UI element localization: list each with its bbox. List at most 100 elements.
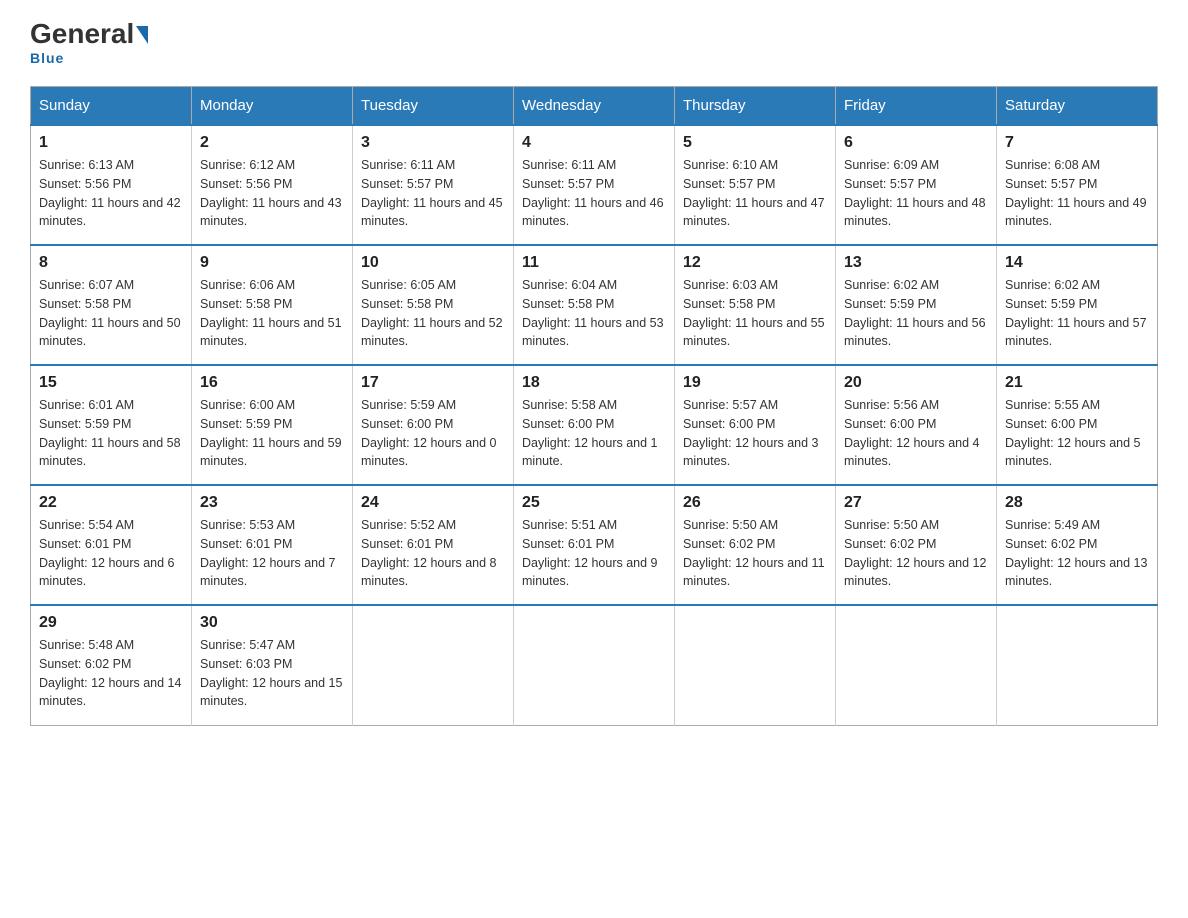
calendar-cell: 16 Sunrise: 6:00 AMSunset: 5:59 PMDaylig… bbox=[192, 365, 353, 485]
header-cell-sunday: Sunday bbox=[31, 87, 192, 126]
day-number: 24 bbox=[361, 494, 505, 512]
day-info: Sunrise: 5:52 AMSunset: 6:01 PMDaylight:… bbox=[361, 516, 505, 591]
day-number: 3 bbox=[361, 134, 505, 152]
day-info: Sunrise: 5:56 AMSunset: 6:00 PMDaylight:… bbox=[844, 396, 988, 471]
day-number: 7 bbox=[1005, 134, 1149, 152]
day-number: 5 bbox=[683, 134, 827, 152]
calendar-cell bbox=[675, 605, 836, 725]
day-number: 12 bbox=[683, 254, 827, 272]
calendar-cell: 12 Sunrise: 6:03 AMSunset: 5:58 PMDaylig… bbox=[675, 245, 836, 365]
day-info: Sunrise: 5:53 AMSunset: 6:01 PMDaylight:… bbox=[200, 516, 344, 591]
day-number: 10 bbox=[361, 254, 505, 272]
calendar-cell: 20 Sunrise: 5:56 AMSunset: 6:00 PMDaylig… bbox=[836, 365, 997, 485]
calendar-cell: 7 Sunrise: 6:08 AMSunset: 5:57 PMDayligh… bbox=[997, 125, 1158, 245]
calendar-cell: 11 Sunrise: 6:04 AMSunset: 5:58 PMDaylig… bbox=[514, 245, 675, 365]
day-info: Sunrise: 5:50 AMSunset: 6:02 PMDaylight:… bbox=[844, 516, 988, 591]
day-info: Sunrise: 5:55 AMSunset: 6:00 PMDaylight:… bbox=[1005, 396, 1149, 471]
calendar-cell: 29 Sunrise: 5:48 AMSunset: 6:02 PMDaylig… bbox=[31, 605, 192, 725]
day-number: 28 bbox=[1005, 494, 1149, 512]
day-number: 13 bbox=[844, 254, 988, 272]
calendar-cell bbox=[514, 605, 675, 725]
day-info: Sunrise: 6:07 AMSunset: 5:58 PMDaylight:… bbox=[39, 276, 183, 351]
day-info: Sunrise: 5:49 AMSunset: 6:02 PMDaylight:… bbox=[1005, 516, 1149, 591]
day-info: Sunrise: 5:58 AMSunset: 6:00 PMDaylight:… bbox=[522, 396, 666, 471]
day-number: 9 bbox=[200, 254, 344, 272]
day-info: Sunrise: 5:50 AMSunset: 6:02 PMDaylight:… bbox=[683, 516, 827, 591]
calendar-cell bbox=[997, 605, 1158, 725]
calendar-cell: 13 Sunrise: 6:02 AMSunset: 5:59 PMDaylig… bbox=[836, 245, 997, 365]
header-cell-wednesday: Wednesday bbox=[514, 87, 675, 126]
day-number: 14 bbox=[1005, 254, 1149, 272]
day-info: Sunrise: 5:47 AMSunset: 6:03 PMDaylight:… bbox=[200, 636, 344, 711]
calendar-cell: 2 Sunrise: 6:12 AMSunset: 5:56 PMDayligh… bbox=[192, 125, 353, 245]
calendar-cell: 26 Sunrise: 5:50 AMSunset: 6:02 PMDaylig… bbox=[675, 485, 836, 605]
calendar-cell: 1 Sunrise: 6:13 AMSunset: 5:56 PMDayligh… bbox=[31, 125, 192, 245]
logo-wordmark: General bbox=[30, 20, 148, 48]
header-cell-thursday: Thursday bbox=[675, 87, 836, 126]
calendar-cell: 17 Sunrise: 5:59 AMSunset: 6:00 PMDaylig… bbox=[353, 365, 514, 485]
day-info: Sunrise: 5:59 AMSunset: 6:00 PMDaylight:… bbox=[361, 396, 505, 471]
day-info: Sunrise: 5:57 AMSunset: 6:00 PMDaylight:… bbox=[683, 396, 827, 471]
calendar-table: SundayMondayTuesdayWednesdayThursdayFrid… bbox=[30, 86, 1158, 726]
day-number: 6 bbox=[844, 134, 988, 152]
day-number: 27 bbox=[844, 494, 988, 512]
calendar-cell: 23 Sunrise: 5:53 AMSunset: 6:01 PMDaylig… bbox=[192, 485, 353, 605]
calendar-cell: 24 Sunrise: 5:52 AMSunset: 6:01 PMDaylig… bbox=[353, 485, 514, 605]
calendar-cell: 3 Sunrise: 6:11 AMSunset: 5:57 PMDayligh… bbox=[353, 125, 514, 245]
calendar-cell: 5 Sunrise: 6:10 AMSunset: 5:57 PMDayligh… bbox=[675, 125, 836, 245]
day-info: Sunrise: 6:08 AMSunset: 5:57 PMDaylight:… bbox=[1005, 156, 1149, 231]
calendar-cell: 4 Sunrise: 6:11 AMSunset: 5:57 PMDayligh… bbox=[514, 125, 675, 245]
day-number: 29 bbox=[39, 614, 183, 632]
calendar-cell: 14 Sunrise: 6:02 AMSunset: 5:59 PMDaylig… bbox=[997, 245, 1158, 365]
calendar-cell: 21 Sunrise: 5:55 AMSunset: 6:00 PMDaylig… bbox=[997, 365, 1158, 485]
day-number: 22 bbox=[39, 494, 183, 512]
day-number: 30 bbox=[200, 614, 344, 632]
day-number: 1 bbox=[39, 134, 183, 152]
calendar-cell bbox=[353, 605, 514, 725]
day-info: Sunrise: 5:54 AMSunset: 6:01 PMDaylight:… bbox=[39, 516, 183, 591]
day-number: 11 bbox=[522, 254, 666, 272]
day-info: Sunrise: 6:02 AMSunset: 5:59 PMDaylight:… bbox=[844, 276, 988, 351]
calendar-cell: 6 Sunrise: 6:09 AMSunset: 5:57 PMDayligh… bbox=[836, 125, 997, 245]
day-info: Sunrise: 6:06 AMSunset: 5:58 PMDaylight:… bbox=[200, 276, 344, 351]
day-number: 26 bbox=[683, 494, 827, 512]
page-header: General Blue bbox=[30, 20, 1158, 66]
logo-triangle-icon bbox=[136, 26, 148, 44]
day-info: Sunrise: 6:03 AMSunset: 5:58 PMDaylight:… bbox=[683, 276, 827, 351]
day-info: Sunrise: 5:51 AMSunset: 6:01 PMDaylight:… bbox=[522, 516, 666, 591]
day-number: 17 bbox=[361, 374, 505, 392]
calendar-cell: 28 Sunrise: 5:49 AMSunset: 6:02 PMDaylig… bbox=[997, 485, 1158, 605]
day-info: Sunrise: 6:04 AMSunset: 5:58 PMDaylight:… bbox=[522, 276, 666, 351]
calendar-week-2: 8 Sunrise: 6:07 AMSunset: 5:58 PMDayligh… bbox=[31, 245, 1158, 365]
day-number: 16 bbox=[200, 374, 344, 392]
calendar-week-5: 29 Sunrise: 5:48 AMSunset: 6:02 PMDaylig… bbox=[31, 605, 1158, 725]
day-number: 4 bbox=[522, 134, 666, 152]
day-number: 23 bbox=[200, 494, 344, 512]
day-info: Sunrise: 6:10 AMSunset: 5:57 PMDaylight:… bbox=[683, 156, 827, 231]
day-info: Sunrise: 6:01 AMSunset: 5:59 PMDaylight:… bbox=[39, 396, 183, 471]
day-number: 19 bbox=[683, 374, 827, 392]
calendar-week-4: 22 Sunrise: 5:54 AMSunset: 6:01 PMDaylig… bbox=[31, 485, 1158, 605]
day-info: Sunrise: 6:11 AMSunset: 5:57 PMDaylight:… bbox=[361, 156, 505, 231]
calendar-cell: 18 Sunrise: 5:58 AMSunset: 6:00 PMDaylig… bbox=[514, 365, 675, 485]
calendar-week-3: 15 Sunrise: 6:01 AMSunset: 5:59 PMDaylig… bbox=[31, 365, 1158, 485]
header-cell-tuesday: Tuesday bbox=[353, 87, 514, 126]
header-row: SundayMondayTuesdayWednesdayThursdayFrid… bbox=[31, 87, 1158, 126]
calendar-header: SundayMondayTuesdayWednesdayThursdayFrid… bbox=[31, 87, 1158, 126]
calendar-cell: 27 Sunrise: 5:50 AMSunset: 6:02 PMDaylig… bbox=[836, 485, 997, 605]
calendar-body: 1 Sunrise: 6:13 AMSunset: 5:56 PMDayligh… bbox=[31, 125, 1158, 725]
day-number: 21 bbox=[1005, 374, 1149, 392]
day-number: 15 bbox=[39, 374, 183, 392]
logo: General Blue bbox=[30, 20, 148, 66]
calendar-week-1: 1 Sunrise: 6:13 AMSunset: 5:56 PMDayligh… bbox=[31, 125, 1158, 245]
day-info: Sunrise: 6:12 AMSunset: 5:56 PMDaylight:… bbox=[200, 156, 344, 231]
calendar-cell bbox=[836, 605, 997, 725]
day-info: Sunrise: 6:05 AMSunset: 5:58 PMDaylight:… bbox=[361, 276, 505, 351]
calendar-cell: 30 Sunrise: 5:47 AMSunset: 6:03 PMDaylig… bbox=[192, 605, 353, 725]
day-info: Sunrise: 5:48 AMSunset: 6:02 PMDaylight:… bbox=[39, 636, 183, 711]
day-info: Sunrise: 6:02 AMSunset: 5:59 PMDaylight:… bbox=[1005, 276, 1149, 351]
calendar-cell: 8 Sunrise: 6:07 AMSunset: 5:58 PMDayligh… bbox=[31, 245, 192, 365]
day-number: 18 bbox=[522, 374, 666, 392]
header-cell-friday: Friday bbox=[836, 87, 997, 126]
header-cell-monday: Monday bbox=[192, 87, 353, 126]
